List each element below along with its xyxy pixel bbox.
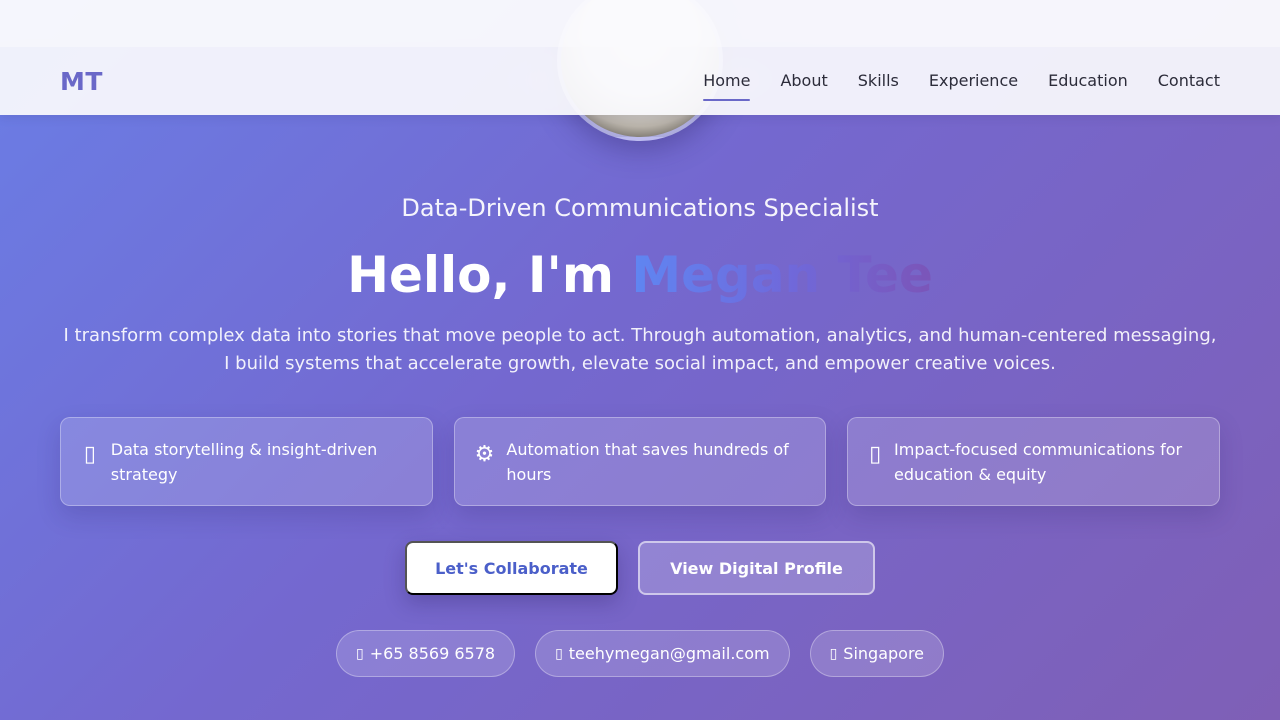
hero-title: Hello, I'm Megan Tee: [0, 246, 1280, 304]
email-text: teehymegan@gmail.com: [568, 644, 770, 663]
hero-name: Megan Tee: [631, 246, 933, 304]
location-icon: ▯: [829, 645, 838, 662]
phone-text: +65 8569 6578: [369, 644, 496, 663]
location-text: Singapore: [843, 644, 925, 663]
impact-icon: ▯: [869, 442, 882, 467]
feature-card-impact: ▯ Impact-focused communications for educ…: [847, 417, 1221, 506]
top-strip: [0, 0, 1280, 47]
nav-link-experience[interactable]: Experience: [929, 71, 1018, 92]
gear-icon: ⚙: [474, 442, 495, 467]
nav-link-contact[interactable]: Contact: [1158, 71, 1220, 92]
feature-card-automation: ⚙ Automation that saves hundreds of hour…: [453, 417, 827, 506]
nav-link-home[interactable]: Home: [703, 71, 751, 101]
feature-cards: ▯ Data storytelling & insight-driven str…: [60, 417, 1221, 506]
contact-pills: ▯ +65 8569 6578 ▯ teehymegan@gmail.com ▯…: [0, 630, 1280, 677]
feature-text: Automation that saves hundreds of hours: [506, 440, 789, 484]
cta-buttons: Let's Collaborate View Digital Profile: [0, 541, 1280, 595]
view-profile-button[interactable]: View Digital Profile: [638, 541, 875, 595]
chart-icon: ▯: [83, 442, 96, 467]
nav-link-skills[interactable]: Skills: [858, 71, 899, 92]
feature-card-storytelling: ▯ Data storytelling & insight-driven str…: [60, 417, 433, 506]
nav-link-about[interactable]: About: [780, 71, 827, 92]
email-pill[interactable]: ▯ teehymegan@gmail.com: [535, 630, 790, 677]
hero-intro: I transform complex data into stories th…: [63, 325, 1217, 374]
email-icon: ▯: [555, 645, 563, 662]
feature-text: Impact-focused communications for educat…: [894, 440, 1183, 484]
phone-icon: ▯: [355, 645, 364, 662]
hero-greeting: Hello, I'm: [347, 246, 632, 304]
feature-text: Data storytelling & insight-driven strat…: [110, 440, 378, 484]
phone-pill[interactable]: ▯ +65 8569 6578: [335, 630, 516, 677]
logo[interactable]: MT: [60, 67, 103, 96]
collaborate-button[interactable]: Let's Collaborate: [405, 541, 618, 595]
nav-link-education[interactable]: Education: [1048, 71, 1128, 92]
nav-links: Home About Skills Experience Education C…: [703, 71, 1220, 101]
location-pill[interactable]: ▯ Singapore: [809, 630, 945, 677]
hero-subtitle: Data-Driven Communications Specialist: [401, 194, 879, 222]
navbar: MT Home About Skills Experience Educatio…: [0, 47, 1280, 115]
